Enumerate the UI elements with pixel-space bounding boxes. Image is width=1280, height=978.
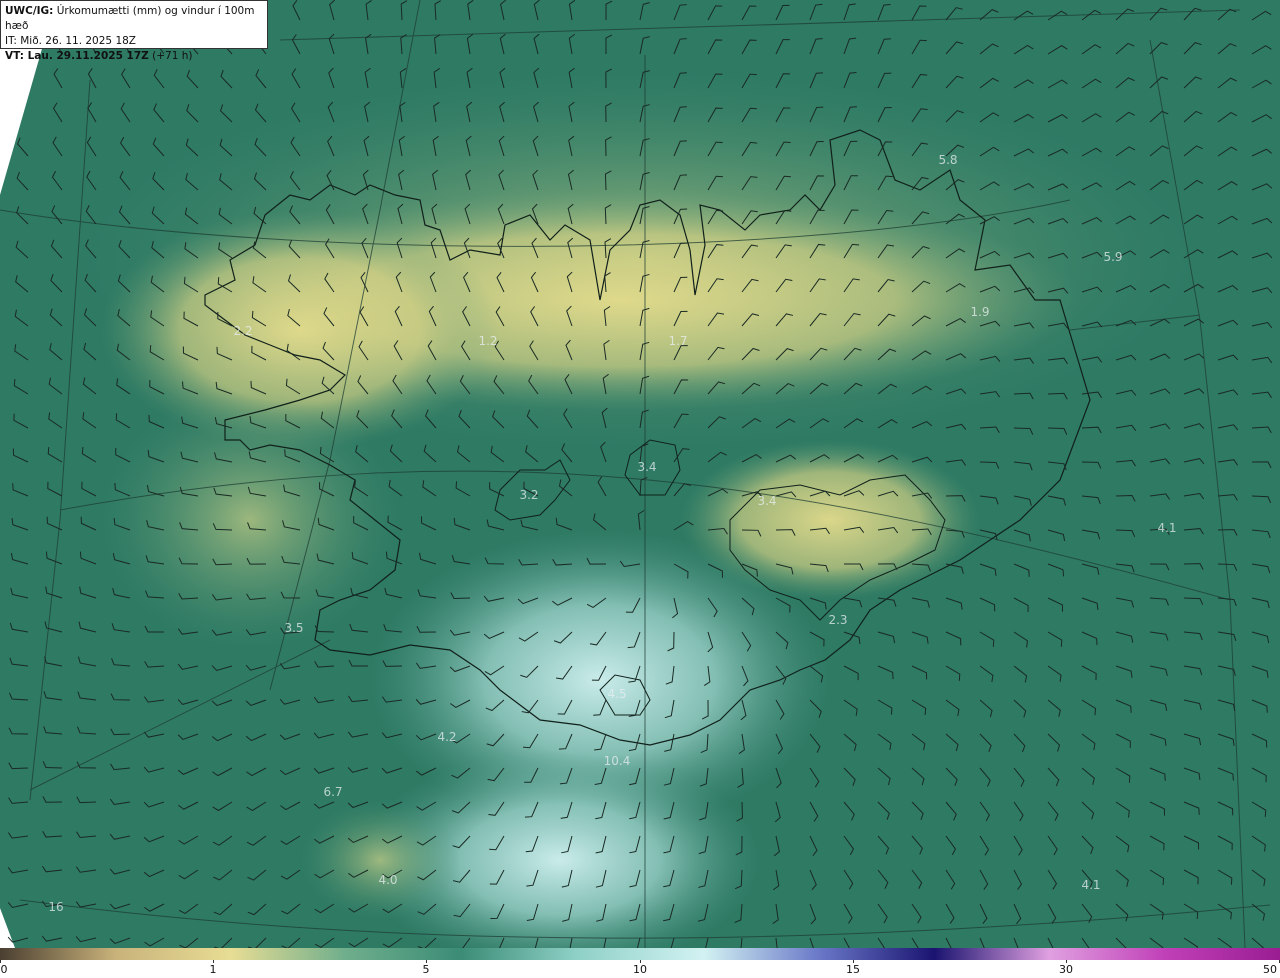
value-label: 1.2	[478, 334, 497, 348]
value-label: 4.1	[1081, 878, 1100, 892]
value-label: 4.2	[437, 730, 456, 744]
west-mid	[100, 390, 400, 650]
value-label: 10.4	[604, 754, 631, 768]
value-label: 4.1	[1157, 521, 1176, 535]
product-code: UWC/IG:	[5, 5, 54, 17]
value-label: 1.9	[970, 305, 989, 319]
chart-header: UWC/IG: Úrkomumætti (mm) og vindur í 100…	[0, 0, 268, 62]
value-label: 1.7	[668, 334, 687, 348]
color-scale-bar	[0, 948, 1280, 960]
header-line-2: IT: Mið. 26. 11. 2025 18Z	[5, 35, 136, 47]
value-label: 3.4	[637, 460, 656, 474]
weather-map[interactable]: 5.8 5.9 2.2 1.2 1.7 1.9 3.4 3.2 3.4 4.1 …	[0, 0, 1280, 948]
value-label: 3.5	[284, 621, 303, 635]
header-line-3: VT: Lau. 29.11.2025 17Z (+71 h)	[5, 49, 263, 64]
forecast-step: (+71 h)	[152, 50, 193, 62]
color-scale-ticks: 0 1 5 10 15 30 50	[0, 960, 1280, 978]
valid-time: VT: Lau. 29.11.2025 17Z	[5, 50, 149, 62]
tick-label: 10	[633, 963, 647, 976]
value-label: 4.0	[378, 873, 397, 887]
tick-label: 1	[209, 963, 217, 976]
tick-label: 50	[1263, 963, 1277, 976]
value-label: 6.7	[323, 785, 342, 799]
tick-label: 5	[422, 963, 430, 976]
precipitation-field	[0, 0, 1280, 948]
value-label: 3.2	[519, 488, 538, 502]
value-label: 5.8	[938, 153, 957, 167]
header-line-1: UWC/IG: Úrkomumætti (mm) og vindur í 100…	[5, 4, 263, 34]
southwest-mid	[300, 800, 460, 920]
value-label: 4.5	[607, 687, 626, 701]
value-label: 2.2	[233, 324, 252, 338]
value-label: 2.3	[828, 613, 847, 627]
tick-label: 30	[1059, 963, 1073, 976]
tick-label: 0	[0, 963, 8, 976]
value-label: 3.4	[757, 494, 776, 508]
value-label: 16	[48, 900, 63, 914]
tick-label: 15	[846, 963, 860, 976]
value-label: 5.9	[1103, 250, 1122, 264]
